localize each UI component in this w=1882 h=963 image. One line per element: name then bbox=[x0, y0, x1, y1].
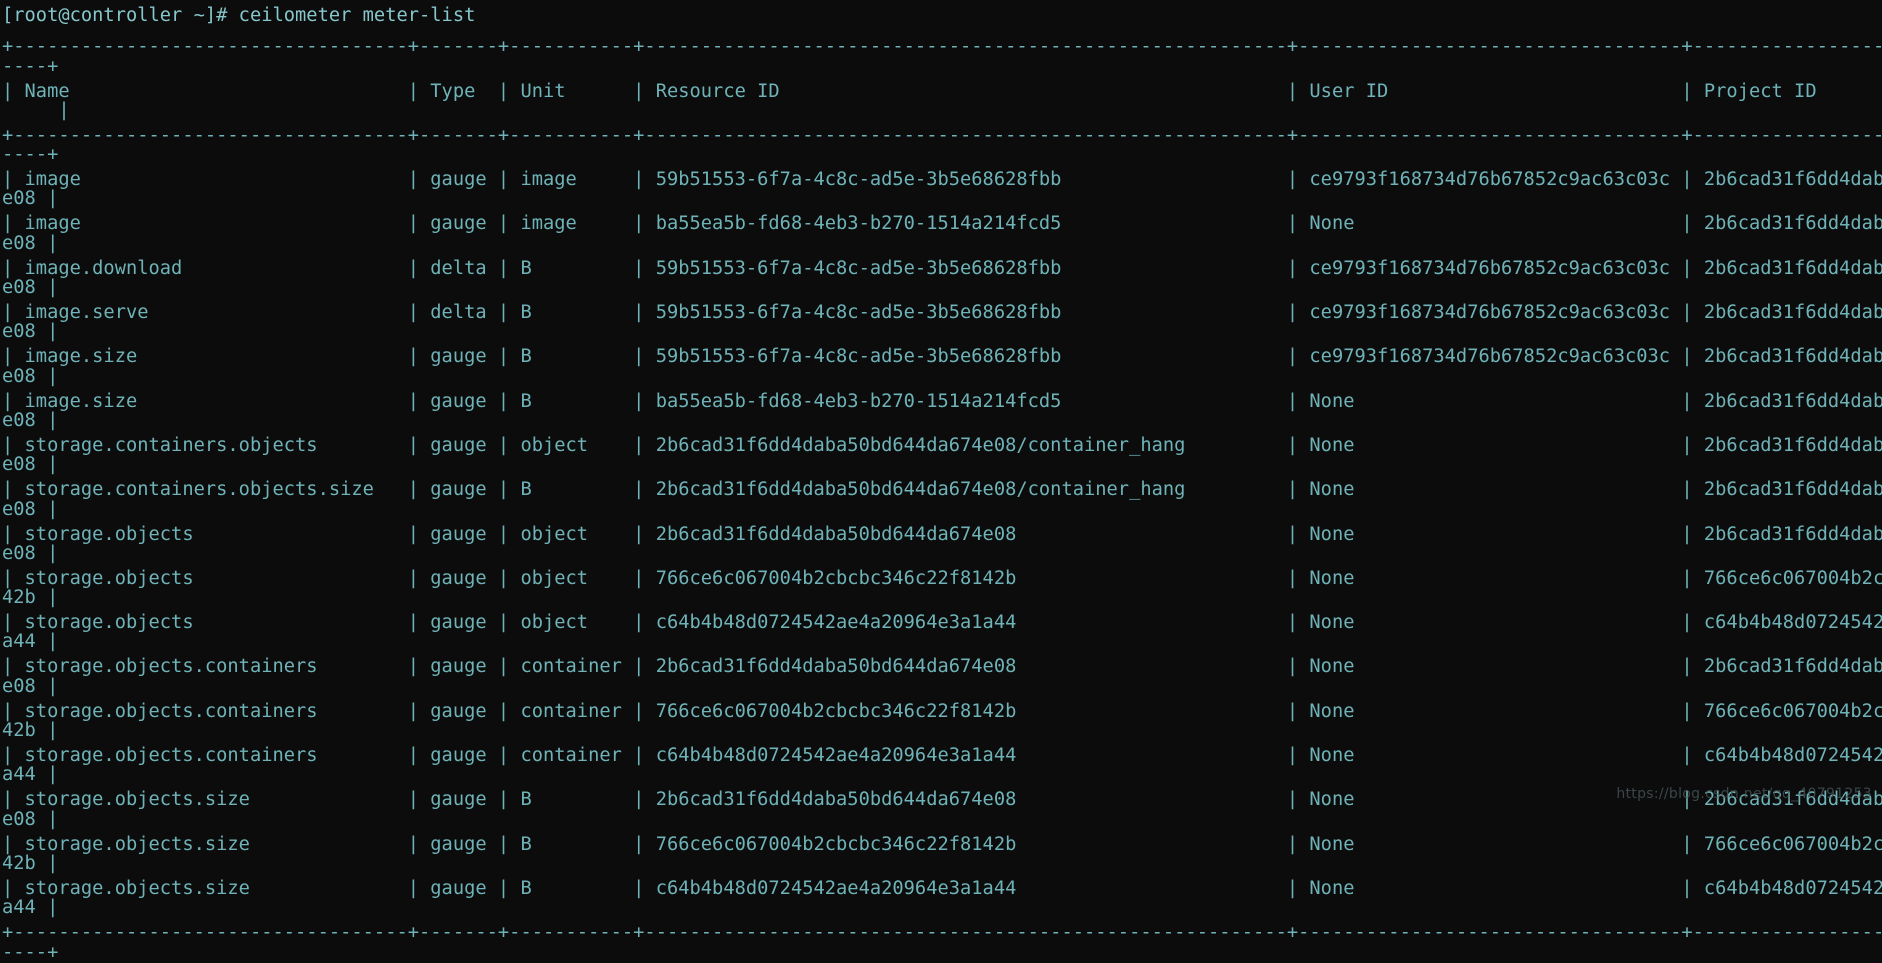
table-row: | image.size | gauge | B | ba55ea5b-fd68… bbox=[2, 390, 1882, 412]
table-row: | image.serve | delta | B | 59b51553-6f7… bbox=[2, 302, 1882, 324]
table-row: | storage.containers.objects | gauge | o… bbox=[2, 434, 1882, 456]
table-row: | storage.objects.size | gauge | B | c64… bbox=[2, 877, 1882, 899]
table-bottom-border: +-----------------------------------+---… bbox=[2, 922, 1882, 944]
table-row: | storage.objects | gauge | object | c64… bbox=[2, 612, 1882, 634]
table-row: | storage.objects.size | gauge | B | 2b6… bbox=[2, 789, 1882, 811]
table-header-border: +-----------------------------------+---… bbox=[2, 124, 1882, 146]
table-body: | image | gauge | image | 59b51553-6f7a-… bbox=[0, 164, 1882, 917]
table-row: | storage.objects.size | gauge | B | 766… bbox=[2, 833, 1882, 855]
terminal-window[interactable]: [root@controller ~]# ceilometer meter-li… bbox=[0, 0, 1882, 961]
table-row: | storage.objects | gauge | object | 2b6… bbox=[2, 523, 1882, 545]
table-row: | image.download | delta | B | 59b51553-… bbox=[2, 257, 1882, 279]
table-row: | image | gauge | image | ba55ea5b-fd68-… bbox=[2, 213, 1882, 235]
table-row: | storage.objects.containers | gauge | c… bbox=[2, 745, 1882, 767]
table-row: | storage.objects.containers | gauge | c… bbox=[2, 700, 1882, 722]
table-row: | image | gauge | image | 59b51553-6f7a-… bbox=[2, 169, 1882, 191]
table-row: | storage.objects | gauge | object | 766… bbox=[2, 567, 1882, 589]
table-row: | image.size | gauge | B | 59b51553-6f7a… bbox=[2, 346, 1882, 368]
viewport-top-clip bbox=[0, 0, 1882, 4]
table-row: | storage.objects.containers | gauge | c… bbox=[2, 656, 1882, 678]
table-row: | storage.containers.objects.size | gaug… bbox=[2, 479, 1882, 501]
shell-prompt-line: [root@controller ~]# ceilometer meter-li… bbox=[2, 5, 476, 26]
table-top-border: +-----------------------------------+---… bbox=[2, 36, 1882, 58]
table-header-row: | Name | Type | Unit | Resource ID | Use… bbox=[2, 80, 1882, 102]
